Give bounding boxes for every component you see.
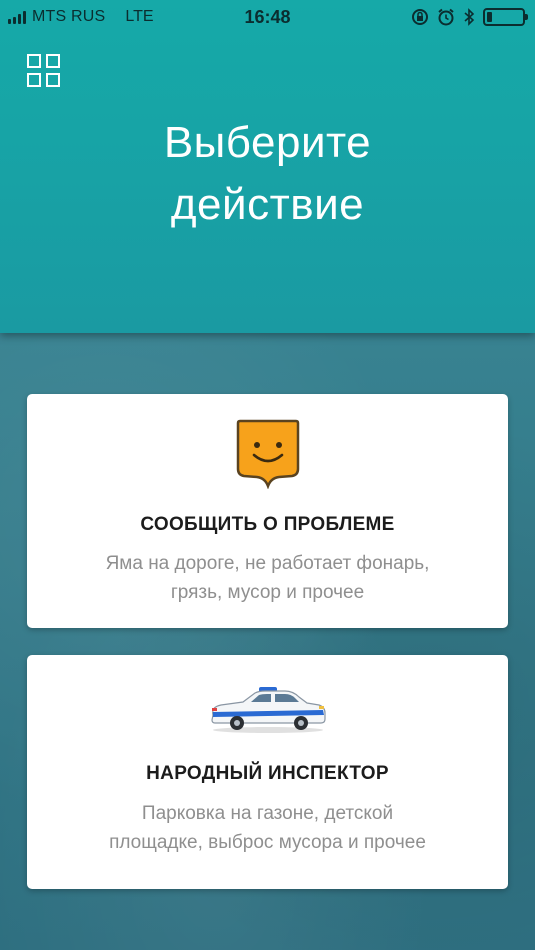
report-problem-desc-line1: Яма на дороге, не работает фонарь, — [105, 553, 430, 574]
page-title: Выберите действие — [0, 112, 535, 236]
battery-fill — [487, 12, 493, 22]
status-bar: MTS RUS LTE 16:48 — [0, 0, 535, 36]
people-inspector-desc: Парковка на газоне, детской площадке, вы… — [47, 799, 488, 857]
alarm-icon — [438, 8, 454, 26]
report-problem-card[interactable]: СООБЩИТЬ О ПРОБЛЕМЕ Яма на дороге, не ра… — [27, 394, 508, 628]
report-problem-title: СООБЩИТЬ О ПРОБЛЕМЕ — [140, 514, 395, 535]
people-inspector-desc-line2: площадке, выброс мусора и прочее — [109, 832, 426, 853]
report-problem-desc-line2: грязь, мусор и прочее — [170, 582, 365, 603]
people-inspector-desc-line1: Парковка на газоне, детской — [141, 803, 394, 824]
police-car-icon — [211, 687, 326, 733]
report-problem-desc: Яма на дороге, не работает фонарь, грязь… — [47, 549, 488, 607]
page-title-line1: Выберите — [163, 118, 372, 167]
status-right — [411, 8, 528, 26]
bluetooth-icon — [464, 8, 475, 26]
smiley-shield-icon — [236, 419, 300, 489]
people-inspector-title: НАРОДНЫЙ ИНСПЕКТОР — [146, 763, 389, 784]
lock-rotation-icon — [412, 9, 428, 25]
battery-icon — [483, 8, 528, 26]
grid-icon[interactable] — [27, 54, 61, 88]
people-inspector-card[interactable]: НАРОДНЫЙ ИНСПЕКТОР Парковка на газоне, д… — [27, 655, 508, 889]
page-title-line2: действие — [170, 180, 365, 229]
header: MTS RUS LTE 16:48 Выберите действие — [0, 0, 535, 333]
